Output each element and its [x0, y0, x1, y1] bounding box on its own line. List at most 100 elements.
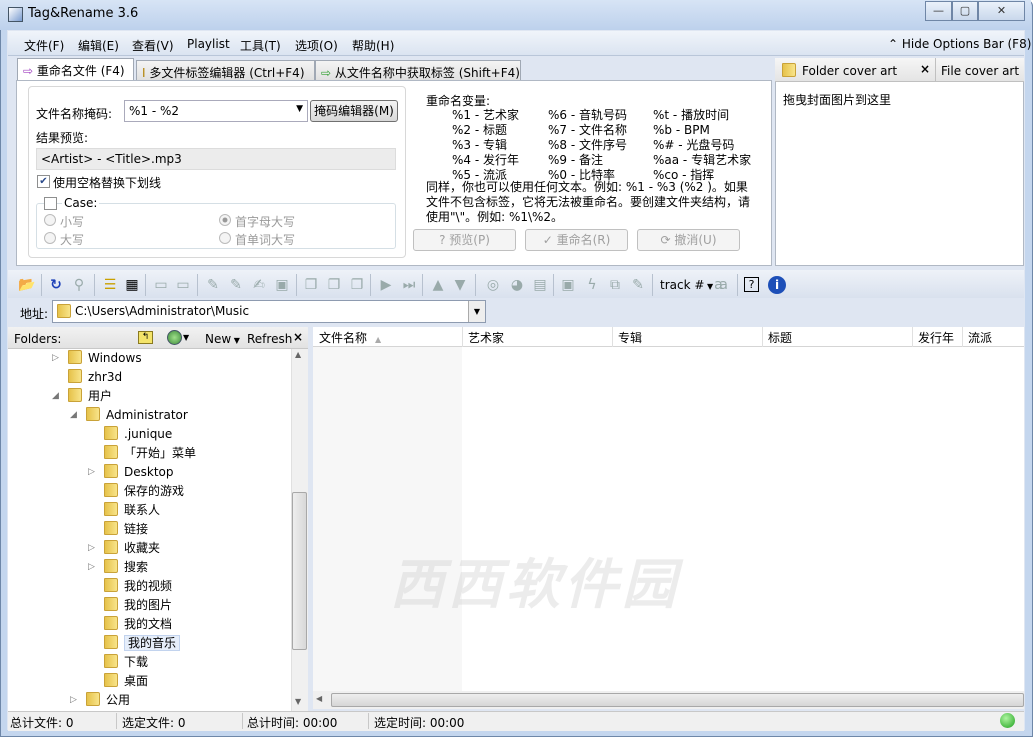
chevron-down-icon[interactable]: ▼	[183, 333, 189, 342]
lightning-icon[interactable]: ϟ	[583, 276, 601, 294]
list-scroll-thumb[interactable]	[331, 693, 1024, 707]
radio-lowercase[interactable]	[44, 214, 56, 226]
play-next-icon[interactable]: ⏭	[400, 276, 418, 294]
expanded-arrow-icon[interactable]: ◢	[52, 387, 59, 406]
expanded-arrow-icon[interactable]: ◢	[70, 406, 77, 425]
menu-edit[interactable]: 编辑(E)	[78, 37, 119, 54]
open-folder-icon[interactable]: 📂	[18, 276, 36, 294]
tree-node[interactable]: ◢ Administrator	[70, 406, 188, 425]
scroll-up-icon[interactable]: ▲	[295, 350, 301, 359]
tree-view-icon[interactable]: ☰	[101, 276, 119, 294]
tree-node[interactable]: ▷ 公用	[70, 691, 130, 710]
tree-node[interactable]: 链接	[104, 520, 148, 539]
close-button[interactable]: ✕	[978, 1, 1025, 21]
tree-node[interactable]: 我的文档	[104, 615, 172, 634]
tree-node[interactable]: 我的音乐	[104, 634, 181, 653]
tab-rename[interactable]: ⇨ 重命名文件 (F4)	[17, 58, 134, 81]
grid-view-icon[interactable]: ▦	[123, 276, 141, 294]
tag-swap-icon[interactable]: ⧉	[606, 276, 624, 294]
menu-tools[interactable]: 工具(T)	[240, 37, 281, 54]
rename-button[interactable]: ✓ 重命名(R)	[525, 229, 628, 251]
tree-node[interactable]: ▷ Windows	[52, 349, 142, 368]
folder-action-icon[interactable]: ▭	[152, 276, 170, 294]
folder-up-icon[interactable]: ↰	[138, 331, 153, 344]
cd-icon[interactable]: ◎	[484, 276, 502, 294]
column-artist[interactable]: 艺术家	[468, 329, 504, 346]
move-down-icon[interactable]: ▼	[451, 276, 469, 294]
tree-scroll-thumb[interactable]	[292, 492, 307, 650]
collapsed-arrow-icon[interactable]: ▷	[52, 349, 59, 368]
edit-doc-icon[interactable]: ✍	[250, 276, 268, 294]
replace-underscore-checkbox[interactable]: ✔	[37, 175, 50, 188]
collapsed-arrow-icon[interactable]: ▷	[88, 463, 95, 482]
collapsed-arrow-icon[interactable]: ▷	[70, 691, 77, 710]
scroll-down-icon[interactable]: ▼	[295, 697, 301, 706]
chevron-down-icon[interactable]: ▼	[468, 301, 485, 322]
pie-icon[interactable]: ◕	[508, 276, 526, 294]
search-icon[interactable]: ⚲	[70, 276, 88, 294]
address-combobox[interactable]: C:\Users\Administrator\Music ▼	[52, 300, 486, 323]
folder-action-icon[interactable]: ▭	[174, 276, 192, 294]
favorites-icon[interactable]	[167, 330, 182, 345]
maximize-button[interactable]: ▢	[952, 1, 978, 21]
paste-special-icon[interactable]: ❐	[348, 276, 366, 294]
case-checkbox[interactable]	[44, 197, 57, 210]
menu-view[interactable]: 查看(V)	[132, 37, 174, 54]
paste-icon[interactable]: ❐	[325, 276, 343, 294]
tag-icon[interactable]: ✎	[227, 276, 245, 294]
column-genre[interactable]: 流派	[968, 329, 992, 346]
tab-folder-cover-art[interactable]: Folder cover art	[782, 63, 897, 78]
tab-multi-tag-editor[interactable]: I 多文件标签编辑器 (Ctrl+F4)	[136, 60, 315, 80]
tag-edit-icon[interactable]: ✎	[629, 276, 647, 294]
tree-node[interactable]: 我的图片	[104, 596, 172, 615]
pen-icon[interactable]: ✎	[204, 276, 222, 294]
column-filename[interactable]: 文件名称 ▲	[319, 329, 381, 346]
menu-file[interactable]: 文件(F)	[24, 37, 64, 54]
help-icon[interactable]: ?	[744, 277, 759, 292]
tree-node[interactable]: 联系人	[104, 501, 160, 520]
tab-file-cover-art[interactable]: File cover art	[941, 64, 1019, 78]
mask-editor-button[interactable]: 掩码编辑器(M)	[310, 100, 398, 122]
undo-button[interactable]: ⟳ 撤消(U)	[637, 229, 740, 251]
column-year[interactable]: 发行年	[918, 329, 954, 346]
tree-node[interactable]: 「开始」菜单	[104, 444, 196, 463]
move-up-icon[interactable]: ▲	[429, 276, 447, 294]
tree-node[interactable]: ◢ 用户	[52, 387, 112, 406]
menu-playlist[interactable]: Playlist	[187, 37, 230, 51]
tag-box-icon[interactable]: ▣	[273, 276, 291, 294]
refresh-folders-button[interactable]: Refresh	[247, 332, 292, 346]
column-title[interactable]: 标题	[768, 329, 792, 346]
preview-button[interactable]: ? 预览(P)	[413, 229, 516, 251]
collapsed-arrow-icon[interactable]: ▷	[88, 558, 95, 577]
radio-uppercase[interactable]	[44, 232, 56, 244]
tree-node[interactable]: ▷ Desktop	[88, 463, 174, 482]
hide-options-button[interactable]: ⌃ Hide Options Bar (F8)	[888, 37, 1031, 51]
info-icon[interactable]: i	[768, 276, 786, 294]
tree-node[interactable]: 下载	[104, 653, 148, 672]
collapsed-arrow-icon[interactable]: ▷	[88, 539, 95, 558]
file-list[interactable]	[313, 347, 1024, 691]
play-icon[interactable]: ▶	[377, 276, 395, 294]
tag-case-icon[interactable]: ꜳ	[712, 276, 730, 294]
database-icon[interactable]: ▤	[531, 276, 549, 294]
minimize-button[interactable]: —	[925, 1, 952, 21]
track-number-dropdown[interactable]: track # ▼	[660, 278, 713, 292]
scroll-left-icon[interactable]: ◀	[316, 694, 322, 703]
save-tag-icon[interactable]: ▣	[559, 276, 577, 294]
radio-first-word[interactable]	[219, 232, 231, 244]
tab-tag-from-filename[interactable]: ⇨ 从文件名称中获取标签 (Shift+F4)	[315, 60, 521, 80]
copy-icon[interactable]: ❐	[302, 276, 320, 294]
menu-options[interactable]: 选项(O)	[295, 37, 338, 54]
close-cover-tab-icon[interactable]: ×	[920, 62, 930, 76]
mask-combobox[interactable]: %1 - %2 ▼	[124, 100, 308, 122]
tree-node[interactable]: zhr3d	[68, 368, 122, 387]
menu-help[interactable]: 帮助(H)	[352, 37, 394, 54]
radio-capitalize-first[interactable]	[219, 214, 231, 226]
tree-node[interactable]: 桌面	[104, 672, 148, 691]
close-folders-icon[interactable]: ×	[293, 330, 303, 344]
tree-node[interactable]: 保存的游戏	[104, 482, 184, 501]
column-album[interactable]: 专辑	[618, 329, 642, 346]
tree-node[interactable]: ▷ 收藏夹	[88, 539, 160, 558]
tree-node[interactable]: .junique	[104, 425, 172, 444]
tree-node[interactable]: ▷ 搜索	[88, 558, 148, 577]
